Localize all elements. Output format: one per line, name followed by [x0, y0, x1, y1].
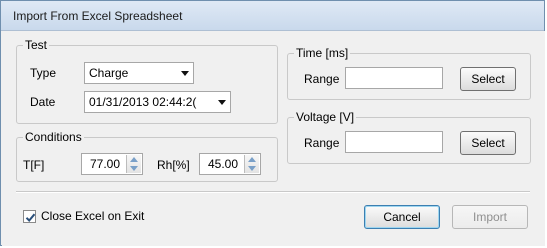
temperature-value: 77.00: [89, 157, 120, 171]
dialog-title: Import From Excel Spreadsheet: [13, 9, 183, 23]
voltage-legend: Voltage [V]: [294, 110, 357, 124]
title-bar[interactable]: Import From Excel Spreadsheet: [1, 1, 544, 31]
footer-divider: [16, 191, 530, 193]
humidity-label: Rh[%]: [157, 158, 190, 172]
voltage-range-input[interactable]: [345, 131, 443, 153]
time-range-label: Range: [304, 72, 340, 86]
type-dropdown-value: Charge: [89, 66, 129, 80]
temperature-spinner[interactable]: 77.00: [81, 153, 143, 175]
date-picker[interactable]: 01/31/2013 02:44:2(: [84, 91, 231, 113]
type-dropdown[interactable]: Charge: [84, 62, 194, 84]
time-group: Time [ms] Range Select: [287, 46, 531, 100]
import-dialog: Import From Excel Spreadsheet Test Type …: [0, 0, 545, 246]
type-label: Type: [30, 66, 57, 80]
close-excel-label[interactable]: Close Excel on Exit: [41, 209, 144, 223]
time-legend: Time [ms]: [294, 46, 351, 60]
chevron-down-icon: [218, 100, 226, 105]
date-picker-value: 01/31/2013 02:44:2(: [89, 95, 197, 109]
time-select-button[interactable]: Select: [460, 67, 516, 91]
chevron-down-icon: [181, 71, 189, 76]
spin-down-icon[interactable]: [248, 166, 256, 171]
test-legend: Test: [23, 38, 50, 52]
dialog-body: Test Type Charge Date 01/31/2013 02:44:2…: [2, 31, 545, 246]
checkmark-icon: [25, 213, 36, 222]
spin-down-icon[interactable]: [130, 166, 138, 171]
close-excel-checkbox[interactable]: [23, 210, 36, 223]
humidity-spin-buttons[interactable]: [244, 155, 259, 173]
date-label: Date: [30, 95, 56, 109]
voltage-group: Voltage [V] Range Select: [287, 110, 531, 164]
temperature-label: T[F]: [23, 158, 45, 172]
voltage-range-label: Range: [304, 136, 340, 150]
conditions-legend: Conditions: [23, 130, 84, 144]
spin-up-icon[interactable]: [130, 157, 138, 162]
humidity-value: 45.00: [207, 157, 238, 171]
temperature-spin-buttons[interactable]: [126, 155, 141, 173]
cancel-button[interactable]: Cancel: [364, 205, 440, 229]
test-group: Test Type Charge Date 01/31/2013 02:44:2…: [16, 38, 278, 124]
humidity-spinner[interactable]: 45.00: [199, 153, 261, 175]
voltage-select-button[interactable]: Select: [460, 131, 516, 155]
conditions-group: Conditions T[F] 77.00 Rh[%] 45.00: [16, 130, 278, 182]
spin-up-icon[interactable]: [248, 157, 256, 162]
time-range-input[interactable]: [345, 67, 443, 89]
import-button[interactable]: Import: [452, 205, 528, 229]
